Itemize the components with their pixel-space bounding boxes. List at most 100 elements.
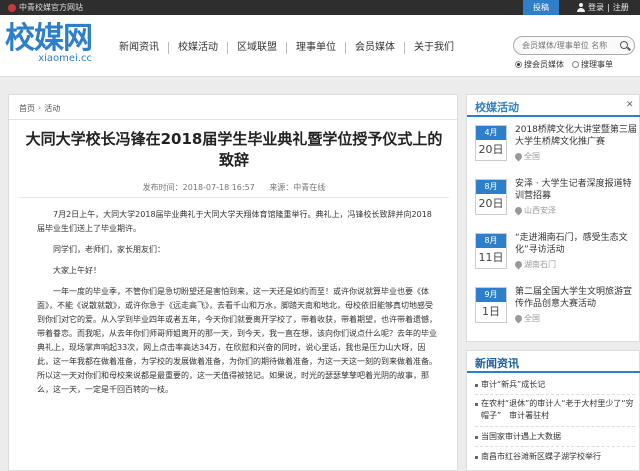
event-title[interactable]: 第二届全国大学生文明旅游宣传作品创意大赛活动 [515, 286, 639, 310]
radio-council[interactable]: 搜理事单 [572, 59, 613, 70]
sidebar-heading[interactable]: 校媒活动 [475, 99, 519, 115]
radio-label: 搜理事单 [581, 60, 613, 69]
article-body: 7月2日上午，大同大学2018届毕业典礼于大同大学天翔体育馆隆重举行。典礼上，冯… [37, 208, 437, 404]
search-icon[interactable] [620, 41, 628, 49]
event-day: 1日 [482, 305, 500, 318]
location-pin-icon [513, 313, 524, 324]
search-box [513, 36, 635, 55]
radio-control[interactable] [515, 61, 522, 68]
radio-members[interactable]: 搜会员媒体 [515, 59, 564, 70]
divider [467, 371, 640, 373]
news-title[interactable]: 审计“新兵”成长记 [481, 379, 545, 391]
event-item[interactable]: 4月 20日 2018桥牌文化大讲堂暨第三届大学生桥牌文化推广赛 全国 [475, 125, 637, 173]
news-item[interactable]: 当国家审计遇上大数据 [475, 431, 639, 443]
search-scope: 搜会员媒体 搜理事单 [515, 59, 613, 70]
article-title: 大同大学校长冯锋在2018届学生毕业典礼暨学位授予仪式上的致辞 [25, 130, 443, 169]
location-text: 山西安泽 [524, 206, 556, 215]
calendar-icon: 8月 20日 [475, 179, 507, 215]
radio-control[interactable] [572, 61, 579, 68]
sidebar-heading[interactable]: 新闻资讯 [475, 355, 519, 371]
article-meta: 发布时间：2018-07-18 16:57 来源：中青在线 [9, 182, 457, 193]
register-link[interactable]: 注册 [613, 2, 629, 13]
bullet-icon [475, 384, 478, 387]
calendar-icon: 8月 11日 [475, 233, 507, 269]
location-pin-icon [513, 259, 524, 270]
nav-item-activities[interactable]: 校媒活动 [168, 42, 227, 54]
event-location: 山西安泽 [513, 205, 556, 216]
close-icon[interactable]: ✕ [626, 100, 634, 110]
user-links: 登录 | 注册 [577, 2, 629, 13]
divider [475, 394, 635, 395]
divider [475, 426, 635, 427]
nav-item-members[interactable]: 会员媒体 [345, 42, 404, 54]
event-location: 湖南石门 [513, 259, 556, 270]
news-item[interactable]: 在农村“退休”的审计人“老于大村里少了“穷帽子” 审计署驻村 [475, 398, 639, 422]
location-text: 全国 [524, 152, 540, 161]
news-title[interactable]: 当国家审计遇上大数据 [481, 431, 561, 443]
divider: | [607, 3, 610, 12]
article-panel: 首页 › 活动 大同大学校长冯锋在2018届学生毕业典礼暨学位授予仪式上的致辞 … [8, 94, 458, 471]
breadcrumb-home[interactable]: 首页 [19, 103, 35, 114]
nav-item-council[interactable]: 理事单位 [286, 42, 345, 54]
event-day: 20日 [478, 197, 504, 210]
logo-text-cn: 校媒网 [5, 21, 93, 56]
event-title[interactable]: 安泽 · 大学生记者深度报道特训营招募 [515, 178, 639, 202]
news-title[interactable]: 南昌市红谷滩新区蝶子湖学校举行 [481, 451, 601, 463]
event-location: 全国 [513, 313, 540, 324]
event-title[interactable]: 2018桥牌文化大讲堂暨第三届大学生桥牌文化推广赛 [515, 124, 639, 148]
sidebar-events: 校媒活动 4月 20日 2018桥牌文化大讲堂暨第三届大学生桥牌文化推广赛 全国… [466, 94, 640, 342]
nav-item-news[interactable]: 新闻资讯 [110, 42, 168, 54]
divider [19, 197, 449, 198]
site-header: 校媒网 xiaomei.cc 新闻资讯 校媒活动 区域联盟 理事单位 会员媒体 … [0, 15, 640, 77]
login-link[interactable]: 登录 [588, 2, 604, 13]
paragraph: 7月2日上午，大同大学2018届毕业典礼于大同大学天翔体育馆隆重举行。典礼上，冯… [37, 210, 432, 233]
location-pin-icon [513, 205, 524, 216]
news-item[interactable]: 南昌市红谷滩新区蝶子湖学校举行 [475, 451, 639, 463]
bullet-icon [475, 436, 478, 439]
site-name: 中青校媒官方网站 [19, 3, 83, 12]
publish-time: 发布时间：2018-07-18 16:57 [142, 183, 255, 192]
event-month: 8月 [476, 180, 506, 194]
nav-item-regional[interactable]: 区域联盟 [227, 42, 286, 54]
location-pin-icon [513, 151, 524, 162]
event-item[interactable]: 8月 11日 “走进湘南石门，感受生态文化”寻访活动 湖南石门 [475, 233, 637, 281]
article-source: 来源：中青在线 [269, 183, 326, 192]
location-text: 全国 [524, 314, 540, 323]
site-logo[interactable]: 校媒网 xiaomei.cc [5, 21, 93, 65]
breadcrumb-section[interactable]: 活动 [44, 103, 60, 114]
event-title[interactable]: “走进湘南石门，感受生态文化”寻访活动 [515, 232, 639, 256]
site-tagline[interactable]: 中青校媒官方网站 [8, 2, 83, 13]
news-item[interactable]: 审计“新兵”成长记 [475, 379, 639, 391]
paragraph: 一年一度的毕业季，不管你们是急切盼望还是害怕到来，这一天还是如约而至！或许你说就… [37, 287, 437, 394]
event-item[interactable]: 9月 1日 第二届全国大学生文明旅游宣传作品创意大赛活动 全国 [475, 287, 637, 335]
paragraph: 同学们，老师们，家长朋友们： [53, 245, 165, 254]
radio-label: 搜会员媒体 [524, 60, 564, 69]
top-bar: 中青校媒官方网站 投稿 登录 | 注册 [0, 0, 640, 15]
main-nav: 新闻资讯 校媒活动 区域联盟 理事单位 会员媒体 关于我们 [110, 42, 463, 54]
event-month: 9月 [476, 288, 506, 302]
contribute-button[interactable]: 投稿 [523, 0, 559, 15]
location-text: 湖南石门 [524, 260, 556, 269]
bullet-icon [475, 456, 478, 459]
breadcrumb: 首页 › 活动 [19, 103, 60, 114]
calendar-icon: 9月 1日 [475, 287, 507, 323]
site-logo-icon [8, 3, 16, 12]
event-day: 11日 [478, 251, 504, 264]
divider [475, 446, 635, 447]
nav-item-about[interactable]: 关于我们 [404, 42, 463, 54]
paragraph: 大家上午好！ [53, 266, 101, 275]
divider [467, 115, 640, 117]
news-title[interactable]: 在农村“退休”的审计人“老于大村里少了“穷帽子” 审计署驻村 [481, 398, 639, 422]
chevron-right-icon: › [38, 103, 42, 112]
search-input[interactable] [522, 39, 618, 52]
event-location: 全国 [513, 151, 540, 162]
calendar-icon: 4月 20日 [475, 125, 507, 161]
sidebar-news: 新闻资讯 审计“新兵”成长记 在农村“退休”的审计人“老于大村里少了“穷帽子” … [466, 350, 640, 471]
event-day: 20日 [478, 143, 504, 156]
divider [9, 119, 457, 120]
user-icon [577, 3, 585, 12]
bullet-icon [475, 403, 478, 406]
event-month: 4月 [476, 126, 506, 140]
event-month: 8月 [476, 234, 506, 248]
event-item[interactable]: 8月 20日 安泽 · 大学生记者深度报道特训营招募 山西安泽 [475, 179, 637, 227]
